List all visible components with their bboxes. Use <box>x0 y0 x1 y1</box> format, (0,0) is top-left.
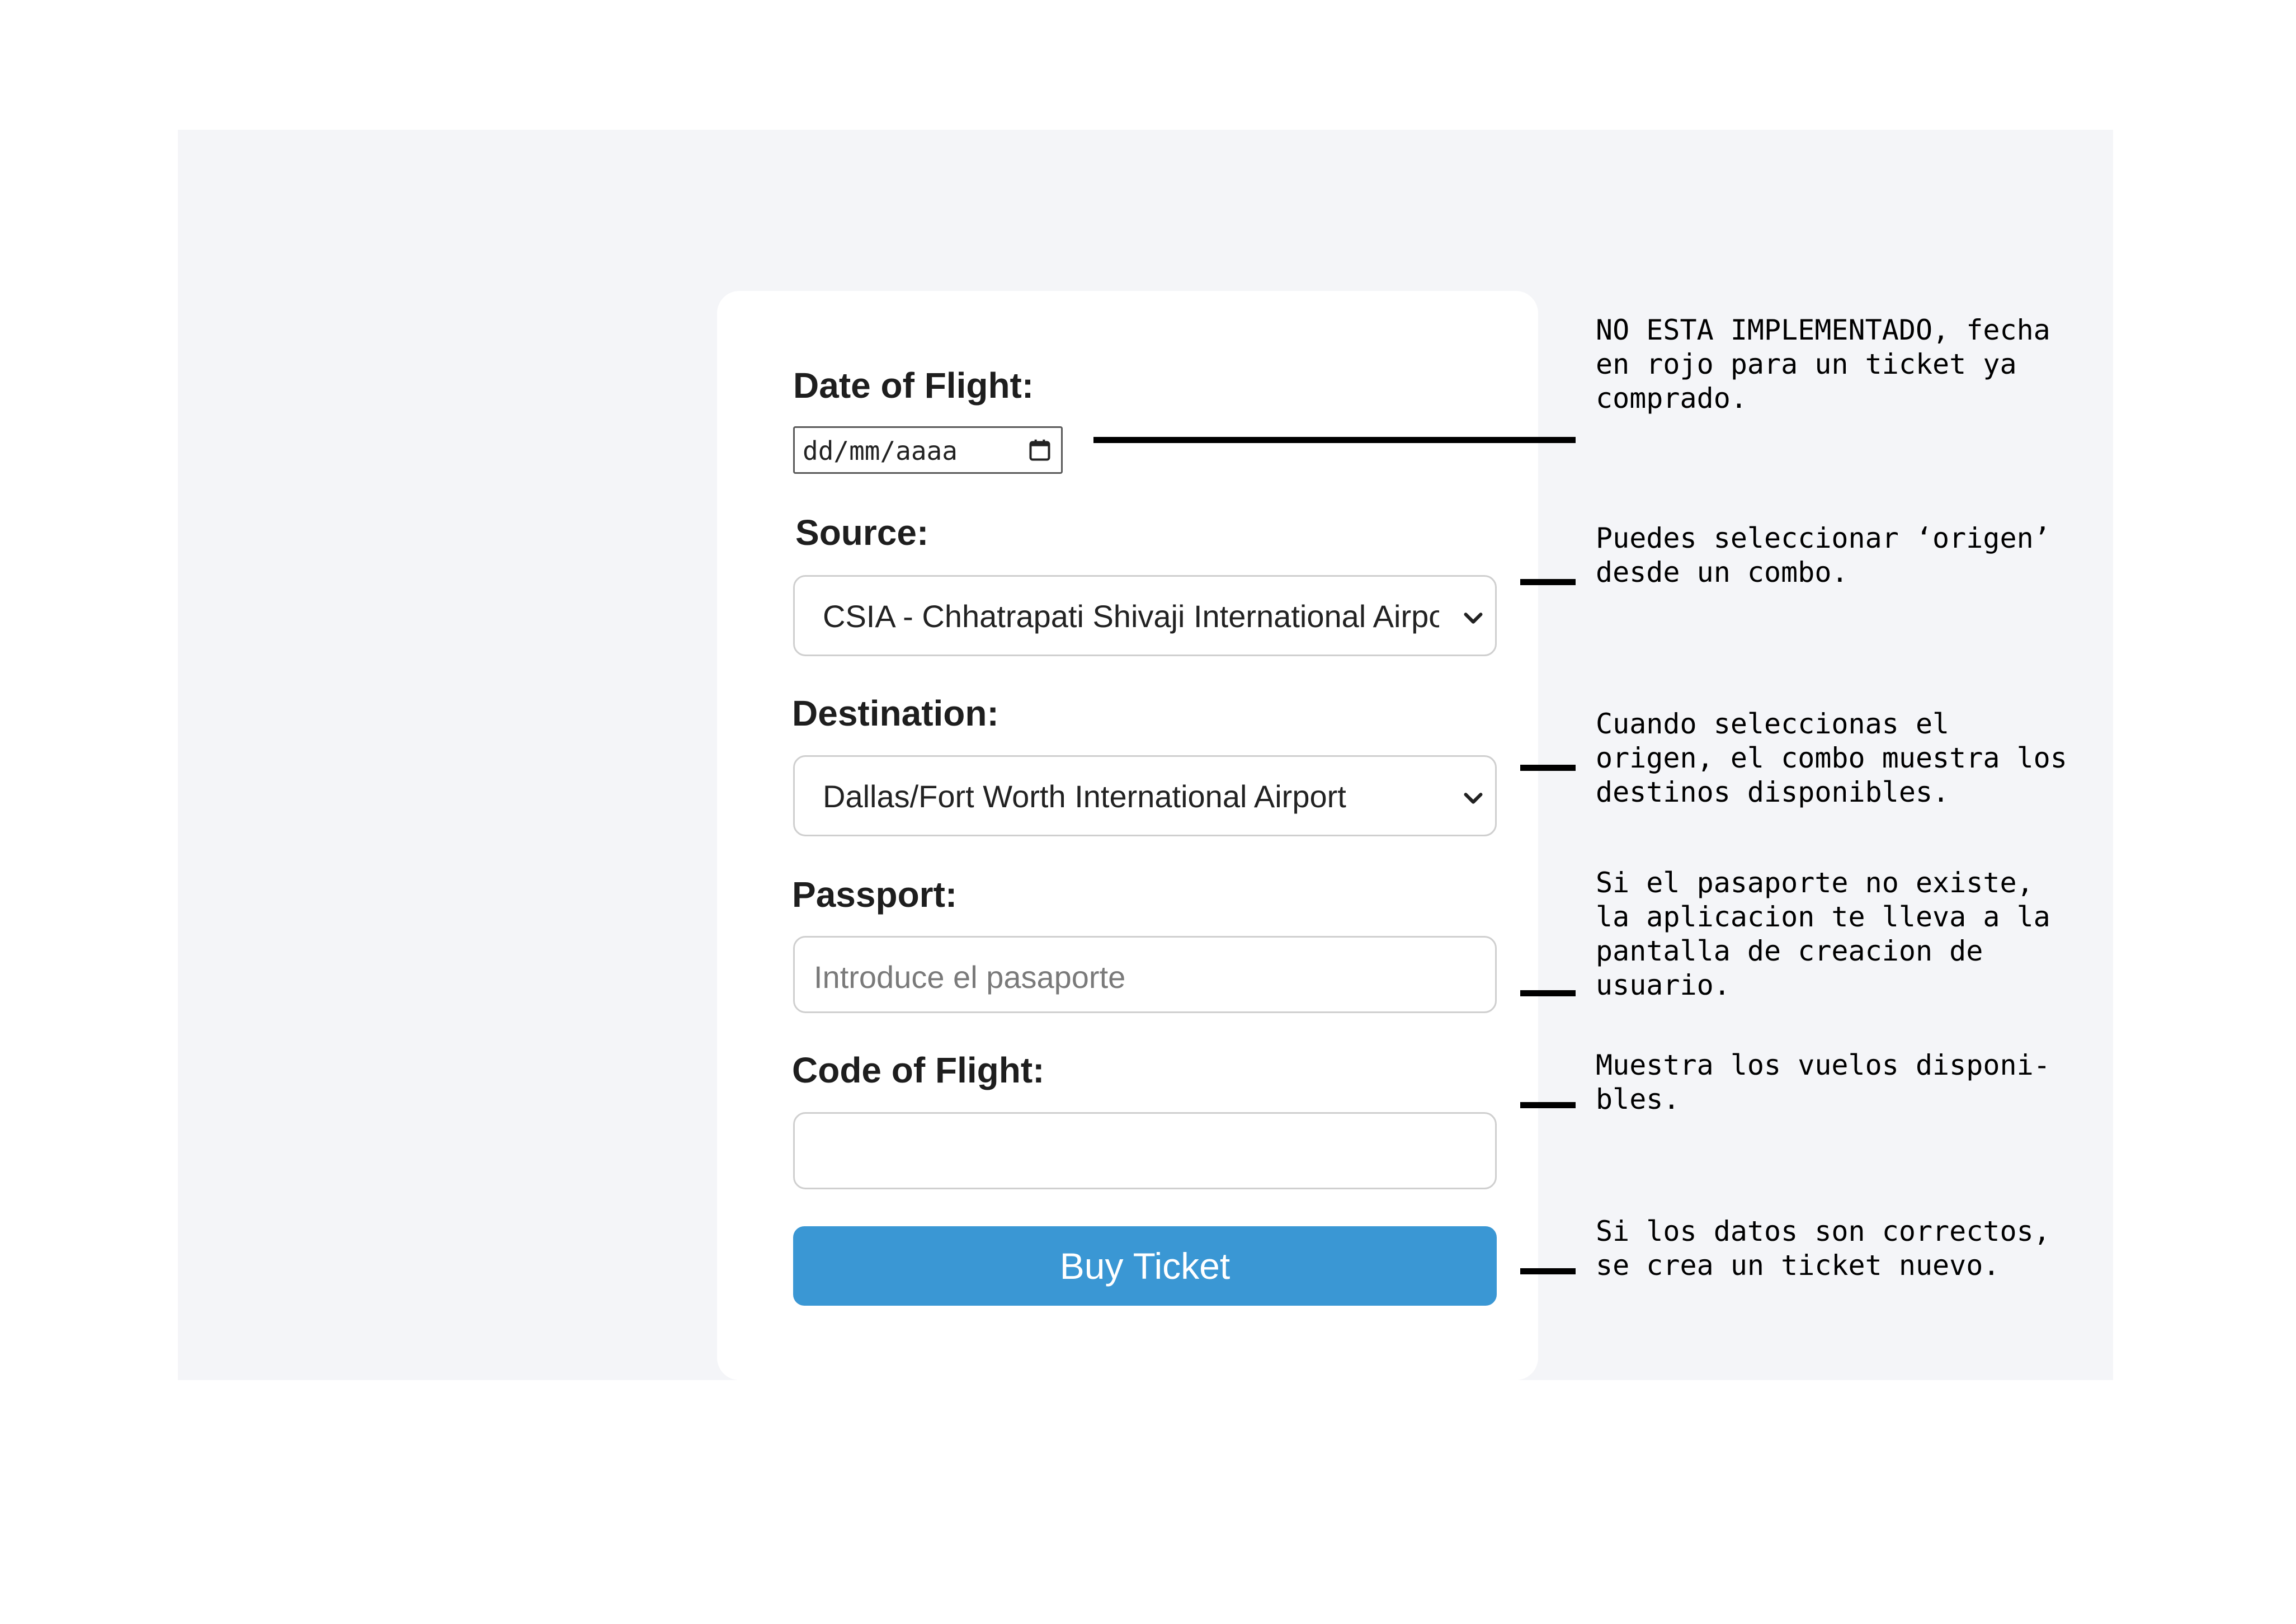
passport-placeholder: Introduce el pasaporte <box>814 959 1126 995</box>
destination-select[interactable]: Dallas/Fort Worth International Airport <box>793 755 1497 836</box>
date-of-flight-label: Date of Flight: <box>793 365 1034 406</box>
calendar-icon[interactable] <box>1027 438 1052 463</box>
code-of-flight-input[interactable] <box>793 1112 1497 1189</box>
connector-line <box>1520 765 1576 771</box>
destination-selected-value: Dallas/Fort Worth International Airport <box>823 779 1346 814</box>
annotation-buy-ticket: Si los datos son correctos, se crea un t… <box>1596 1215 2050 1282</box>
annotation-source: Puedes seleccionar ‘origen’ desde un com… <box>1596 522 2050 589</box>
connector-line <box>1520 990 1576 996</box>
chevron-down-icon <box>1464 613 1483 624</box>
connector-line <box>1520 579 1576 585</box>
chevron-down-icon <box>1464 793 1483 804</box>
passport-input[interactable]: Introduce el pasaporte <box>793 936 1497 1013</box>
page-canvas: Date of Flight: dd/mm/aaaa Source: CSIA … <box>0 0 2296 1624</box>
annotation-passport: Si el pasaporte no existe, la aplicacion… <box>1596 867 2050 1001</box>
annotation-destination: Cuando seleccionas el origen, el combo m… <box>1596 708 2067 808</box>
code-of-flight-label: Code of Flight: <box>792 1050 1045 1090</box>
source-selected-value: CSIA - Chhatrapati Shivaji International… <box>823 599 1439 634</box>
buy-ticket-button[interactable]: Buy Ticket <box>793 1226 1497 1306</box>
connector-line <box>1520 1102 1576 1108</box>
annotation-date: NO ESTA IMPLEMENTADO, fecha en rojo para… <box>1596 314 2050 415</box>
source-label: Source: <box>795 512 929 553</box>
passport-label: Passport: <box>792 874 958 915</box>
destination-label: Destination: <box>792 693 999 733</box>
annotation-code-of-flight: Muestra los vuelos disponi- bles. <box>1596 1049 2050 1115</box>
source-select[interactable]: CSIA - Chhatrapati Shivaji International… <box>793 575 1497 656</box>
date-of-flight-input[interactable]: dd/mm/aaaa <box>793 426 1063 474</box>
date-placeholder: dd/mm/aaaa <box>803 436 958 466</box>
connector-line <box>1520 1268 1576 1274</box>
connector-line <box>1093 437 1576 443</box>
